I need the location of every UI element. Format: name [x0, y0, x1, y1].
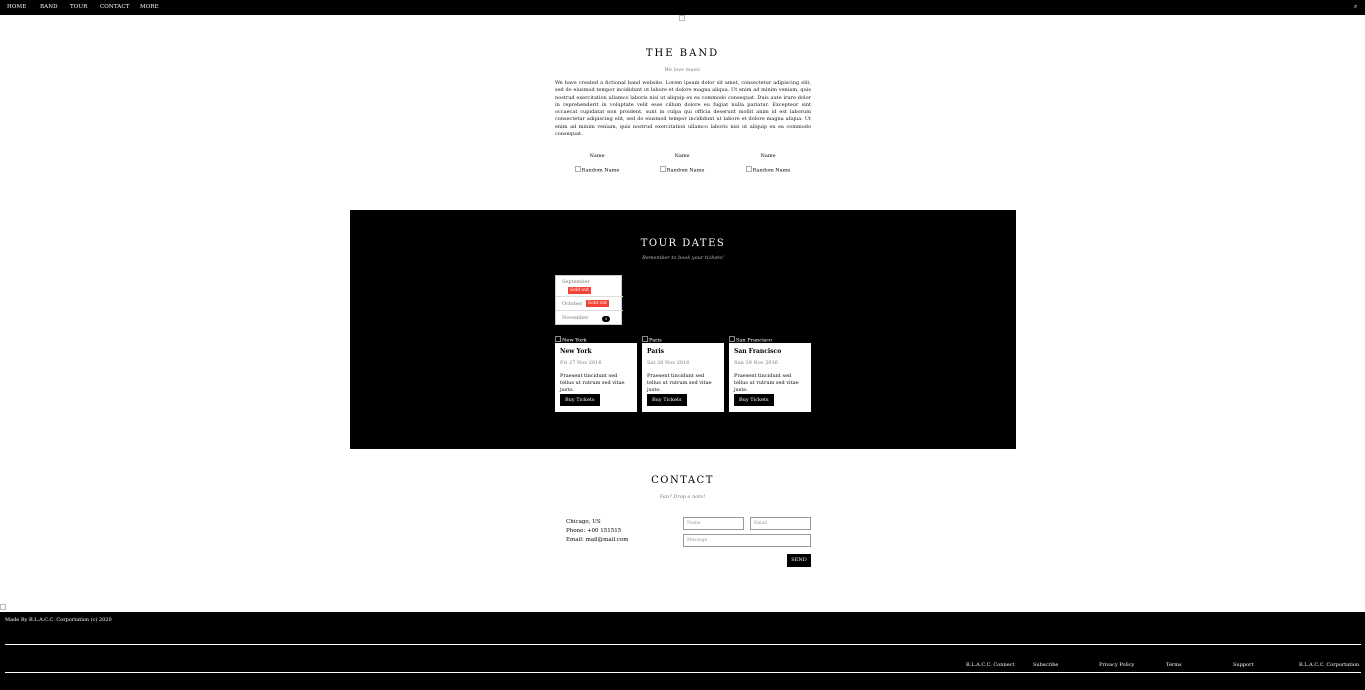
card-date: Sat 28 Nov 2016: [647, 360, 690, 366]
tour-card: Paris Paris Sat 28 Nov 2016 Praesent tin…: [642, 336, 724, 412]
search-icon[interactable]: ⌕: [1354, 3, 1357, 11]
band-section-subtitle: We love music: [664, 67, 701, 73]
tour-card-body: New York Fri 27 Nov 2016 Praesent tincid…: [555, 343, 637, 412]
footer-link-privacy[interactable]: Privacy Policy: [1099, 662, 1134, 668]
sold-out-badge: Sold out: [586, 300, 609, 307]
broken-image-icon: [679, 15, 685, 21]
count-badge: 3: [602, 316, 610, 322]
month-item-october[interactable]: October Sold out: [556, 297, 623, 311]
month-label: October: [562, 301, 583, 307]
tour-section-title: TOUR DATES: [640, 238, 726, 249]
email-input[interactable]: Email: [750, 517, 811, 530]
name-input[interactable]: Name: [683, 517, 744, 530]
member-name: Name: [760, 153, 776, 159]
message-input[interactable]: Message: [683, 534, 811, 547]
buy-tickets-button[interactable]: Buy Tickets: [734, 394, 774, 406]
contact-email: Email: mail@mail.com: [566, 537, 629, 543]
member-image: Random Name: [567, 166, 627, 174]
tour-card-body: San Francisco Sun 29 Nov 2016 Praesent t…: [729, 343, 811, 412]
footer-link-connect[interactable]: B.L.A.C.C. Connect: [966, 662, 1014, 668]
band-section-title: THE BAND: [645, 48, 720, 59]
tour-card: New York New York Fri 27 Nov 2016 Praese…: [555, 336, 637, 412]
footer: Made By B.L.A.C.C. Corportation (c) 2020…: [0, 612, 1365, 690]
footer-link-terms[interactable]: Terms: [1166, 662, 1182, 668]
footer-link-subscribe[interactable]: Subscribe: [1033, 662, 1058, 668]
member-image: Random Name: [652, 166, 712, 174]
card-city: Paris: [647, 348, 665, 355]
month-item-november[interactable]: November 3: [556, 311, 623, 326]
tour-card-body: Paris Sat 28 Nov 2016 Praesent tincidunt…: [642, 343, 724, 412]
contact-location: Chicago, US: [566, 519, 601, 525]
card-city: New York: [560, 348, 592, 355]
footer-copyright: Made By B.L.A.C.C. Corportation (c) 2020: [5, 617, 112, 623]
footer-divider: [5, 672, 1361, 673]
footer-link-support[interactable]: Support: [1233, 662, 1253, 668]
broken-image-icon: [0, 604, 6, 610]
contact-section-subtitle: Fan? Drop a note!: [659, 494, 706, 500]
month-label: September: [562, 279, 590, 285]
card-city: San Francisco: [734, 348, 782, 355]
member-name: Name: [589, 153, 605, 159]
month-label: November: [562, 315, 589, 321]
buy-tickets-button[interactable]: Buy Tickets: [560, 394, 600, 406]
footer-link-corporation[interactable]: B.L.A.C.C. Corportation: [1299, 662, 1359, 668]
card-date: Fri 27 Nov 2016: [560, 360, 602, 366]
card-date: Sun 29 Nov 2016: [734, 360, 778, 366]
nav-contact-link[interactable]: CONTACT: [100, 4, 129, 10]
month-item-september[interactable]: September Sold out: [556, 276, 623, 297]
tour-section-subtitle: Remember to book your tickets!: [642, 255, 724, 261]
member-name: Name: [674, 153, 690, 159]
nav-tour-link[interactable]: TOUR: [70, 4, 87, 10]
band-description: We have created a fictional band website…: [555, 80, 811, 138]
tour-section: TOUR DATES Remember to book your tickets…: [350, 210, 1016, 449]
nav-band-link[interactable]: BAND: [40, 4, 58, 10]
sold-out-badge: Sold out: [568, 287, 591, 294]
send-button[interactable]: SEND: [787, 554, 811, 567]
contact-section-title: CONTACT: [651, 475, 714, 486]
nav-home-link[interactable]: HOME: [7, 4, 26, 10]
card-description: Praesent tincidunt sed tellus ut rutrum …: [734, 373, 799, 393]
tour-months-list: September Sold out October Sold out Nove…: [555, 275, 623, 326]
member-image: Random Name: [738, 166, 798, 174]
footer-divider: [5, 644, 1361, 645]
tour-card: San Francisco San Francisco Sun 29 Nov 2…: [729, 336, 811, 412]
contact-phone: Phone: +00 151515: [566, 528, 622, 534]
card-description: Praesent tincidunt sed tellus ut rutrum …: [647, 373, 712, 393]
card-description: Praesent tincidunt sed tellus ut rutrum …: [560, 373, 625, 393]
top-navbar: HOME BAND TOUR CONTACT MORE ⌕: [0, 0, 1365, 15]
nav-more-dropdown[interactable]: MORE: [140, 4, 159, 10]
buy-tickets-button[interactable]: Buy Tickets: [647, 394, 687, 406]
